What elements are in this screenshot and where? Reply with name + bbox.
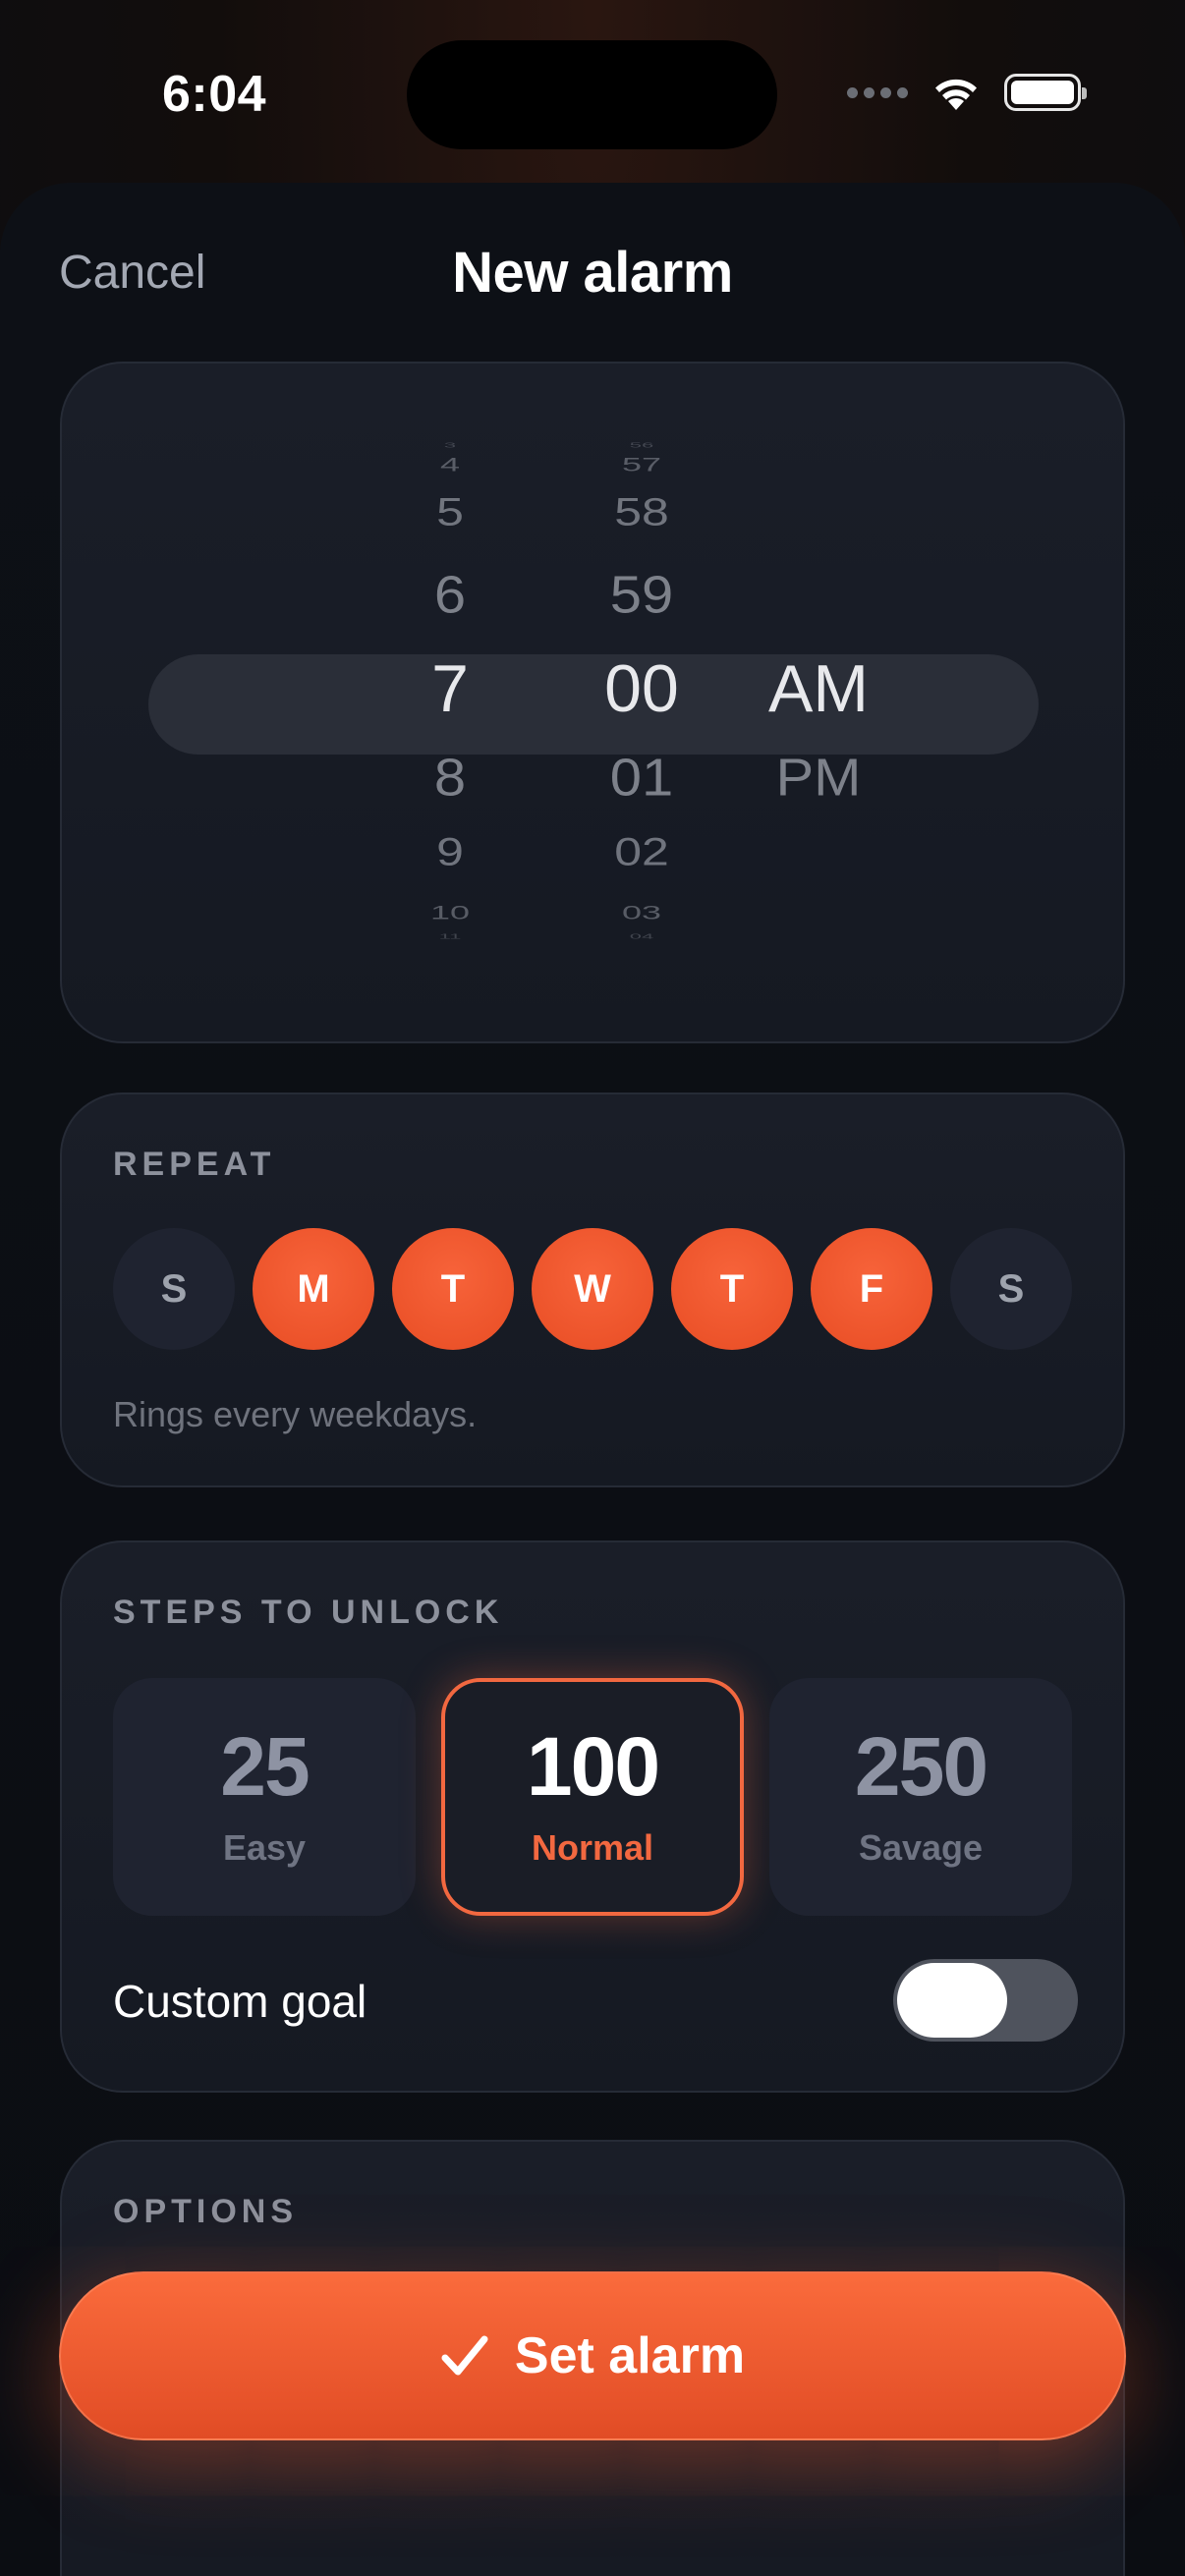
repeat-card: REPEAT S M T W T F S Rings every weekday…: [60, 1092, 1125, 1487]
hour-option[interactable]: 7: [357, 650, 543, 727]
status-icons: [847, 73, 1087, 112]
repeat-summary: Rings every weekdays.: [113, 1394, 478, 1434]
hour-option[interactable]: 8: [357, 747, 543, 808]
hour-option[interactable]: 6: [357, 564, 543, 625]
step-name: Easy: [222, 1827, 307, 1868]
steps-card: STEPS TO UNLOCK 25 Easy 100 Normal 250 S…: [60, 1540, 1125, 2093]
status-time: 6:04: [162, 66, 267, 123]
options-label: OPTIONS: [113, 2193, 299, 2230]
step-option-easy[interactable]: 25 Easy: [113, 1678, 416, 1916]
step-value: 250: [854, 1720, 988, 1813]
custom-goal-label: Custom goal: [113, 1976, 367, 2027]
wifi-icon: [935, 79, 977, 110]
hour-option[interactable]: 5: [357, 489, 543, 534]
hour-option[interactable]: 11: [357, 931, 543, 940]
steps-options: 25 Easy 100 Normal 250 Savage: [113, 1678, 1072, 1916]
step-name: Savage: [858, 1827, 984, 1868]
status-bar: 6:04: [0, 0, 1185, 187]
day-button-tuesday[interactable]: T: [392, 1228, 514, 1350]
step-value: 100: [526, 1720, 660, 1813]
custom-goal-toggle[interactable]: [893, 1959, 1078, 2042]
hour-option[interactable]: 3: [357, 440, 543, 449]
checkmark-icon: [441, 2335, 488, 2376]
time-picker-card: 3 4 5 6 7 8 9 10 11 56 57 58 59 00 01 02 03 04 AM PM: [60, 362, 1125, 1043]
toggle-knob: [897, 1963, 1007, 2038]
screen: 6:04 Cancel New alarm 3 4 5 6 7 8 9 10 11 5: [0, 0, 1185, 2576]
page-title: New alarm: [452, 241, 733, 305]
day-button-wednesday[interactable]: W: [532, 1228, 653, 1350]
dynamic-island: [407, 40, 777, 149]
new-alarm-sheet: Cancel New alarm 3 4 5 6 7 8 9 10 11 56 57 58 59 00 0…: [0, 183, 1185, 2576]
nav-bar: Cancel New alarm: [0, 183, 1185, 369]
period-wheel[interactable]: AM PM: [710, 432, 927, 982]
step-option-normal[interactable]: 100 Normal: [441, 1678, 744, 1916]
period-option[interactable]: AM: [710, 650, 927, 727]
hour-option[interactable]: 9: [357, 829, 543, 874]
period-option[interactable]: PM: [710, 747, 927, 808]
cellular-signal-icon: [847, 86, 908, 98]
set-alarm-button[interactable]: Set alarm: [59, 2271, 1126, 2440]
hour-wheel[interactable]: 3 4 5 6 7 8 9 10 11: [357, 432, 543, 982]
day-button-friday[interactable]: F: [811, 1228, 932, 1350]
day-button-monday[interactable]: M: [253, 1228, 374, 1350]
step-name: Normal: [531, 1827, 654, 1868]
day-button-sunday[interactable]: S: [113, 1228, 235, 1350]
steps-label: STEPS TO UNLOCK: [113, 1594, 504, 1631]
day-button-thursday[interactable]: T: [671, 1228, 793, 1350]
day-button-saturday[interactable]: S: [950, 1228, 1072, 1350]
step-value: 25: [220, 1720, 310, 1813]
weekday-selector: S M T W T F S: [113, 1228, 1072, 1350]
repeat-label: REPEAT: [113, 1146, 276, 1183]
step-option-savage[interactable]: 250 Savage: [769, 1678, 1072, 1916]
battery-icon: [1004, 74, 1087, 111]
hour-option[interactable]: 4: [357, 453, 543, 476]
set-alarm-label: Set alarm: [514, 2327, 746, 2384]
hour-option[interactable]: 10: [357, 901, 543, 924]
